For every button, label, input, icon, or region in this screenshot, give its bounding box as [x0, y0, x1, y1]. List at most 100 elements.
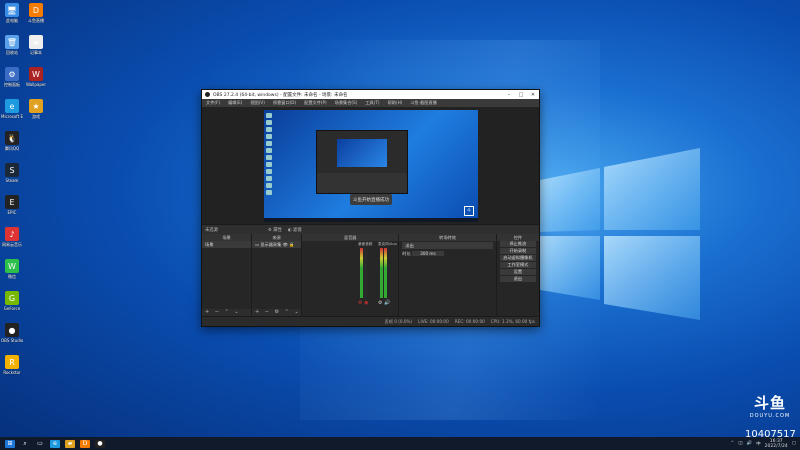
desktop-icon[interactable]: 🐧 腾讯QQ: [1, 131, 23, 151]
stop-stream-button[interactable]: 停止推流: [499, 241, 536, 247]
chevron-up-icon[interactable]: ⌃: [731, 441, 735, 446]
menu-profile[interactable]: 配置文件(P): [304, 100, 327, 106]
source-item[interactable]: ▭ 显示器采集 👁 🔒: [252, 241, 302, 248]
controls-header: 控件: [496, 234, 539, 241]
desktop-icon[interactable]: S Steam: [1, 163, 23, 183]
minimize-icon[interactable]: –: [503, 92, 515, 98]
sources-footer-controls[interactable]: + − ⚙ ⌃ ⌄: [252, 309, 302, 316]
menu-help[interactable]: 帮助(H): [388, 100, 403, 106]
desktop-icon-label: 此电脑: [6, 18, 18, 23]
source-item-label: 显示器采集: [260, 242, 282, 247]
desktop-icon[interactable]: ★ 游戏: [25, 99, 47, 119]
desktop-icon-label: 控制面板: [4, 82, 20, 87]
desktop-icon[interactable]: E EPIC: [1, 195, 23, 215]
desktop-icon[interactable]: W 微信: [1, 259, 23, 279]
desktop-app-icon: W: [5, 259, 19, 273]
desktop-app-icon: R: [5, 355, 19, 369]
sources-dock: 来源 ▭ 显示器采集 👁 🔒 + − ⚙ ⌃ ⌄: [252, 234, 302, 316]
menu-view[interactable]: 视图(V): [250, 100, 265, 106]
language-indicator[interactable]: 中: [756, 441, 761, 447]
desktop-icon[interactable]: G GeForce: [1, 291, 23, 311]
studio-mode-button[interactable]: 工作室模式: [499, 262, 536, 268]
menu-tools[interactable]: 工具(T): [365, 100, 379, 106]
desktop-app-icon: W: [29, 67, 43, 81]
properties-button[interactable]: ⚙ 属性: [268, 227, 282, 233]
desktop-icon[interactable]: R Rockstar: [1, 355, 23, 375]
preview-desktop-capture: 斗鱼开始直播成功 斗: [264, 110, 478, 222]
desktop-app-icon: ★: [29, 99, 43, 113]
settings-button[interactable]: 设置: [499, 269, 536, 275]
menu-edit[interactable]: 编辑(E): [228, 100, 242, 106]
menu-scene-collection[interactable]: 场景集合(S): [335, 100, 358, 106]
explorer-icon[interactable]: ▰: [65, 439, 75, 448]
duration-input[interactable]: 300 ms: [412, 251, 444, 256]
desktop-icon[interactable]: eMicrosoft Edge: [1, 99, 23, 119]
sources-header: 来源: [252, 234, 302, 241]
system-tray: ⌃ ◫ 🔊 中 16:37 2022/7/24 ▢: [731, 437, 797, 450]
douyu-watermark: 斗鱼 DOUYU.COM: [744, 392, 796, 419]
task-view-icon[interactable]: ▭: [35, 440, 45, 448]
desktop-icon-label: Microsoft Edge: [1, 114, 23, 119]
start-icon[interactable]: ⊞: [5, 439, 15, 448]
exit-button[interactable]: 退出: [499, 276, 536, 282]
scenes-footer-controls[interactable]: + − ⌃ ⌄: [202, 309, 252, 316]
desktop-icon[interactable]: W Wallpaper: [25, 67, 47, 87]
scenes-dock: 场景 场景 + − ⌃ ⌄: [202, 234, 252, 316]
desktop-icon[interactable]: D 斗鱼直播: [25, 3, 47, 23]
obs-taskbar-icon[interactable]: ●: [95, 439, 105, 448]
desktop-icon-label: 网易云音乐: [2, 242, 22, 247]
virtual-camera-button[interactable]: 启动虚拟摄像机: [499, 255, 536, 261]
desktop-app-icon: ♪: [5, 227, 19, 241]
desktop-app-icon: ●: [5, 323, 19, 337]
desktop-icon-label: Wallpaper: [25, 82, 46, 87]
no-source-label: 未选源: [205, 227, 218, 233]
duration-label: 时长: [402, 251, 411, 256]
desktop-icon[interactable]: 🗑 回收站: [1, 35, 23, 55]
volume-icon[interactable]: 🔊: [747, 441, 753, 446]
mixer-meter-desktop: [360, 248, 364, 298]
obs-titlebar[interactable]: OBS 27.2.4 (64-bit, windows) - 配置文件: 未命名…: [202, 90, 539, 99]
search-icon[interactable]: ⌕: [20, 440, 30, 448]
desktop-icon-label: 腾讯QQ: [4, 146, 20, 151]
dropped-frames: 丢帧 0 (0.0%): [384, 318, 413, 324]
transitions-header: 转场特效: [399, 234, 496, 241]
desktop-icon-label: Steam: [5, 178, 19, 183]
transitions-dock: 转场特效 淡出 时长 300 ms: [399, 234, 496, 316]
menu-file[interactable]: 文件(F): [206, 100, 220, 106]
edge-icon[interactable]: e: [50, 439, 60, 448]
scenes-header: 场景: [202, 234, 252, 241]
obs-preview[interactable]: 斗鱼开始直播成功 斗: [202, 107, 539, 224]
desktop-icon[interactable]: ⚙ 控制面板: [1, 67, 23, 87]
notification-icon[interactable]: ▢: [792, 441, 796, 446]
mixer-ch2-label: 麦克风/Aux: [378, 242, 397, 246]
transition-select[interactable]: 淡出: [402, 242, 493, 249]
menu-douyu[interactable]: 斗鱼·截图直播: [410, 100, 436, 106]
desktop-app-icon: ⚙: [5, 67, 19, 81]
desktop-icon[interactable]: ♪ 网易云音乐: [1, 227, 23, 247]
clock-date: 2022/7/24: [764, 443, 788, 449]
mixer-dock: 混音器 桌面音频 麦克风/Aux ⚙ ◉ ⚙ 🔊: [302, 234, 399, 316]
mute-mic-icon[interactable]: ⚙ 🔊: [378, 300, 390, 306]
desktop-icon[interactable]: ● OBS Studio: [1, 323, 23, 343]
desktop-app-icon: e: [5, 99, 19, 113]
close-icon[interactable]: ✕: [527, 92, 539, 98]
scene-item[interactable]: 场景: [202, 241, 252, 248]
desktop-app-icon: ≡: [29, 35, 43, 49]
start-recording-button[interactable]: 开始录制: [499, 248, 536, 254]
obs-statusbar: 丢帧 0 (0.0%) LIVE: 00:00:00 REC: 00:00:00…: [202, 316, 539, 326]
preview-douyu-logo: 斗: [464, 206, 474, 216]
mute-desktop-icon[interactable]: ⚙ ◉: [358, 300, 368, 306]
maximize-icon[interactable]: □: [515, 92, 527, 98]
filters-button[interactable]: ◐ 滤镜: [288, 227, 302, 233]
desktop-app-icon: D: [29, 3, 43, 17]
douyu-taskbar-icon[interactable]: D: [80, 439, 90, 448]
stream-started-toast: 斗鱼开始直播成功: [350, 194, 392, 205]
desktop-icon[interactable]: ≡ 记事本: [25, 35, 47, 55]
menu-docks[interactable]: 停靠窗口(D): [273, 100, 296, 106]
network-icon[interactable]: ◫: [738, 441, 742, 446]
clock[interactable]: 16:37 2022/7/24: [765, 439, 788, 449]
desktop-app-icon: G: [5, 291, 19, 305]
desktop-app-icon: E: [5, 195, 19, 209]
desktop-icon[interactable]: 🖥 此电脑: [1, 3, 23, 23]
obs-window[interactable]: OBS 27.2.4 (64-bit, windows) - 配置文件: 未命名…: [201, 89, 540, 327]
